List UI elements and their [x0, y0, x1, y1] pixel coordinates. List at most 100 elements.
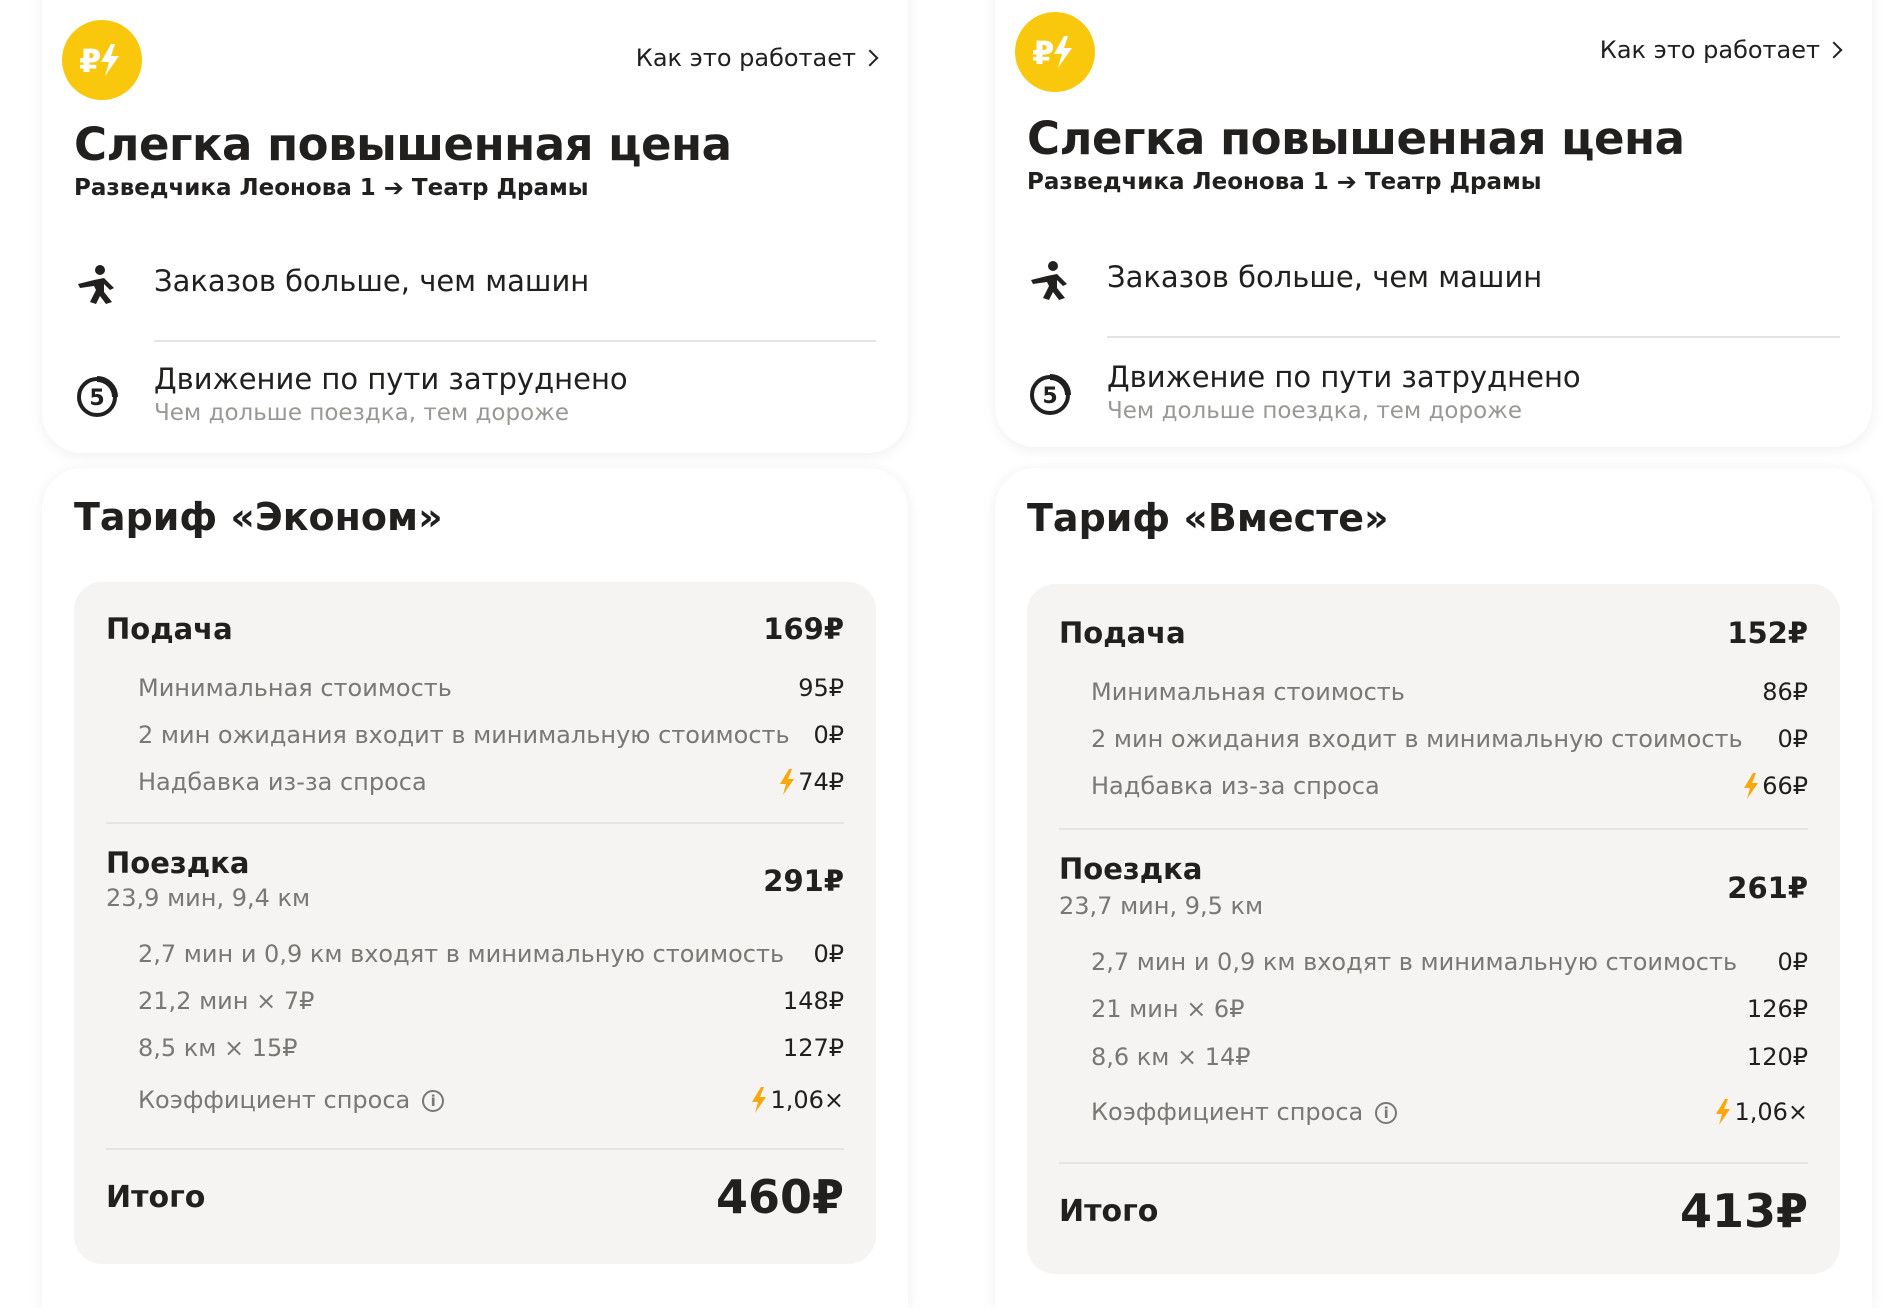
pickup-value: 152₽	[1727, 616, 1808, 650]
route-from: Разведчика Леонова 1	[1027, 169, 1329, 195]
pickup-item-label: Минимальная стоимость	[1091, 678, 1405, 706]
ride-item-label: Коэффициент спроса i	[138, 1086, 445, 1114]
ride-item-value: 148₽	[782, 987, 844, 1015]
svg-text:₽: ₽	[1032, 34, 1054, 72]
how-it-works-label: Как это работает	[1599, 36, 1820, 64]
pickup-label: Подача	[1059, 616, 1186, 650]
surge-amount: 66₽	[1762, 772, 1808, 800]
divider	[1059, 1162, 1808, 1164]
total-label: Итого	[106, 1179, 206, 1215]
info-icon[interactable]: i	[422, 1090, 445, 1112]
ride-value: 291₽	[763, 864, 844, 898]
total-row: Итого 413₽	[1059, 1184, 1808, 1238]
svg-text:5: 5	[89, 386, 104, 411]
route-to: Театр Драмы	[1364, 169, 1542, 195]
route: Разведчика Леонова 1 ➔ Театр Драмы	[1027, 168, 1542, 196]
surge-amount: 74₽	[798, 768, 844, 796]
person-hailing-icon	[1031, 261, 1067, 300]
ride-item: 8,6 км × 14₽ 120₽	[1091, 1043, 1808, 1071]
ride-item-label: Коэффициент спроса i	[1091, 1098, 1398, 1126]
ride-item: Коэффициент спроса i 1,06×	[1091, 1098, 1808, 1126]
ride-item-label: 21,2 мин × 7₽	[138, 987, 315, 1015]
pickup-item-value: 0₽	[813, 721, 844, 749]
ride-value: 261₽	[1727, 871, 1808, 905]
ride-item-label: 2,7 мин и 0,9 км входят в минимальную ст…	[138, 940, 785, 968]
pickup-item: Минимальная стоимость 86₽	[1091, 678, 1808, 706]
ride-detail: 23,7 мин, 9,5 км	[1059, 892, 1264, 920]
ride-detail: 23,9 мин, 9,4 км	[106, 884, 311, 912]
divider	[154, 340, 876, 342]
pickup-item-value: 74₽	[778, 768, 844, 796]
demand-coef-label: Коэффициент спроса	[1091, 1098, 1364, 1126]
how-it-works-link[interactable]: Как это работает	[1599, 36, 1843, 64]
surge-price-icon: ₽	[62, 20, 142, 100]
pickup-item-label: Минимальная стоимость	[138, 674, 452, 702]
fare-panel-economy: ₽ Как это работает Слегка повышенная цен…	[42, 0, 908, 1308]
divider	[1059, 828, 1808, 830]
pickup-item: Надбавка из-за спроса 74₽	[138, 768, 844, 796]
arrow-right-icon: ➔	[1336, 168, 1357, 196]
pickup-item-label: Надбавка из-за спроса	[1091, 772, 1380, 800]
total-value: 460₽	[715, 1170, 844, 1224]
ride-item-value: 1,06×	[750, 1086, 844, 1114]
svg-text:₽: ₽	[79, 42, 101, 80]
pickup-item-value: 95₽	[798, 674, 844, 702]
ride-item-label: 2,7 мин и 0,9 км входят в минимальную ст…	[1091, 948, 1738, 976]
ride-item-value: 120₽	[1746, 1043, 1808, 1071]
reason-traffic: Движение по пути затруднено	[154, 362, 628, 396]
info-icon[interactable]: i	[1375, 1102, 1398, 1124]
route: Разведчика Леонова 1 ➔ Театр Драмы	[74, 174, 589, 202]
ride-item: 8,5 км × 15₽ 127₽	[138, 1034, 844, 1062]
fare-panel-together: ₽ Как это работает Слегка повышенная цен…	[995, 0, 1872, 1308]
reason-demand: Заказов больше, чем машин	[1107, 260, 1543, 294]
how-it-works-link[interactable]: Как это работает	[635, 44, 879, 72]
arrow-right-icon: ➔	[383, 174, 404, 202]
pickup-item: 2 мин ожидания входит в минимальную стои…	[138, 721, 844, 749]
demand-coef: 1,06×	[770, 1086, 844, 1114]
ride-label: Поездка	[1059, 852, 1203, 886]
total-label: Итого	[1059, 1193, 1159, 1229]
total-value: 413₽	[1679, 1184, 1808, 1238]
ride-item: 2,7 мин и 0,9 км входят в минимальную ст…	[1091, 948, 1808, 976]
page-title: Слегка повышенная цена	[1027, 112, 1685, 165]
how-it-works-label: Как это работает	[635, 44, 856, 72]
divider	[106, 1148, 844, 1150]
ride-label: Поездка	[106, 846, 250, 880]
tariff-title: Тариф «Эконом»	[74, 495, 443, 539]
ride-item-label: 21 мин × 6₽	[1091, 995, 1245, 1023]
traffic-score-icon: 5	[1030, 374, 1071, 415]
surge-price-icon: ₽	[1015, 12, 1095, 92]
person-hailing-icon	[78, 265, 114, 304]
ride-item: Коэффициент спроса i 1,06×	[138, 1086, 844, 1114]
divider	[106, 822, 844, 824]
tariff-title: Тариф «Вместе»	[1027, 496, 1389, 540]
svg-text:5: 5	[1042, 384, 1057, 409]
ride-item-value: 1,06×	[1714, 1098, 1808, 1126]
ride-item-value: 0₽	[813, 940, 844, 968]
chevron-right-icon	[861, 49, 879, 67]
pickup-item: Минимальная стоимость 95₽	[138, 674, 844, 702]
price-breakdown: Подача 152₽ Минимальная стоимость 86₽ 2 …	[1027, 584, 1840, 1274]
lightning-icon	[1716, 1099, 1731, 1125]
ride-item-label: 8,5 км × 15₽	[138, 1034, 298, 1062]
ride-item-value: 126₽	[1746, 995, 1808, 1023]
pickup-item: Надбавка из-за спроса 66₽	[1091, 772, 1808, 800]
ride-item-value: 0₽	[1777, 948, 1808, 976]
reason-traffic-sub: Чем дольше поездка, тем дороже	[1107, 398, 1523, 424]
page-title: Слегка повышенная цена	[74, 118, 732, 171]
chevron-right-icon	[1825, 41, 1843, 59]
lightning-icon	[780, 769, 795, 795]
lightning-icon	[1744, 773, 1759, 799]
pickup-item-value: 86₽	[1762, 678, 1808, 706]
ride-item: 21 мин × 6₽ 126₽	[1091, 995, 1808, 1023]
reason-traffic-sub: Чем дольше поездка, тем дороже	[154, 400, 570, 426]
demand-coef: 1,06×	[1734, 1098, 1808, 1126]
traffic-score-icon: 5	[77, 376, 118, 417]
divider	[1107, 336, 1840, 338]
pickup-item-value: 0₽	[1777, 725, 1808, 753]
pickup-item-label: Надбавка из-за спроса	[138, 768, 427, 796]
pickup-row: Подача 169₽	[106, 612, 844, 646]
ride-item: 21,2 мин × 7₽ 148₽	[138, 987, 844, 1015]
pickup-label: Подача	[106, 612, 233, 646]
reason-traffic: Движение по пути затруднено	[1107, 360, 1581, 394]
